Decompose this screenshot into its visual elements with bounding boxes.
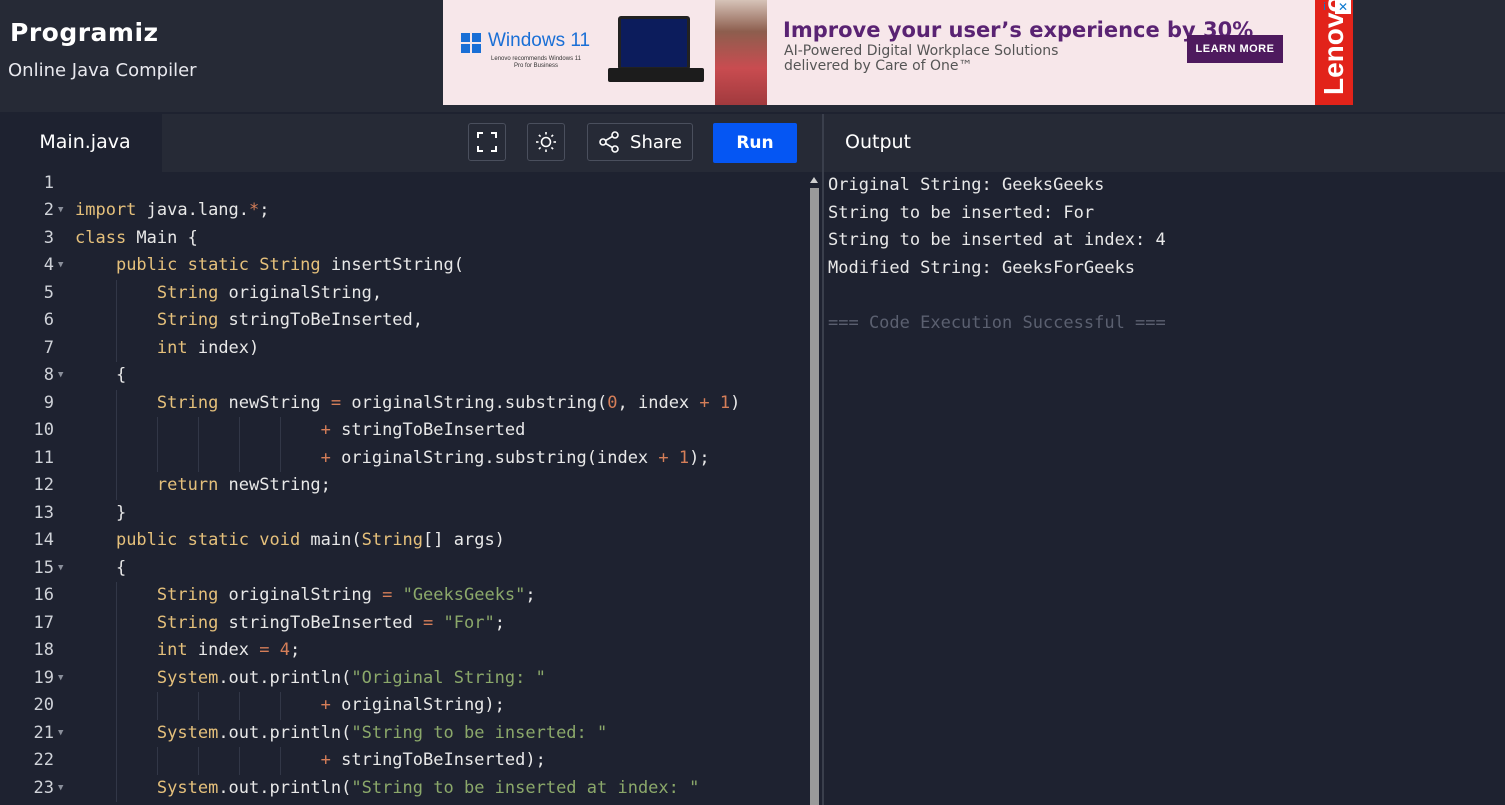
fold-toggle-icon[interactable]: ▼ <box>58 197 68 225</box>
output-header: Output <box>824 114 1505 172</box>
windows-title: Windows 11 <box>488 30 591 51</box>
output-line: Original String: GeeksGeeks <box>828 175 1105 195</box>
line-number-gutter: 1 2 ▼ 3 4 ▼ 5 6 7 8 ▼ 9 10 11 12 13 14 15 ▼ 16 17 18 19 ▼ 20 21 ▼ 2… <box>8 172 74 805</box>
lenovo-label: Lenovo <box>1318 0 1349 95</box>
ad-body: AI-Powered Digital Workplace Solutions d… <box>784 44 1058 74</box>
line-number: 22 <box>33 750 54 770</box>
line-number: 12 <box>33 475 54 495</box>
learn-more-button[interactable]: LEARN MORE <box>1187 35 1283 63</box>
code-line: class Main { <box>75 227 198 248</box>
fullscreen-button[interactable] <box>468 123 506 161</box>
code-line: public static void main(String[] args) <box>115 530 505 550</box>
output-title: Output <box>845 131 911 153</box>
theme-toggle-button[interactable] <box>527 123 565 161</box>
output-line: String to be inserted at index: 4 <box>828 230 1166 250</box>
run-button[interactable]: Run <box>713 123 797 163</box>
code-line: + stringToBeInserted <box>320 420 526 440</box>
fold-toggle-icon[interactable]: ▼ <box>58 555 68 583</box>
ad-body-line-2: delivered by Care of One™ <box>784 58 973 74</box>
line-number: 15 <box>33 557 54 578</box>
line-number: 8 <box>43 365 54 385</box>
line-number: 23 <box>33 777 54 798</box>
scroll-up-icon[interactable] <box>810 177 818 183</box>
output-line: String to be inserted: For <box>828 202 1095 223</box>
ad-banner[interactable]: Windows 11 Lenovo recommends Windows 11 … <box>443 0 1353 105</box>
code-line: import java.lang.*; <box>75 200 270 220</box>
code-line: public static String insertString( <box>115 255 464 275</box>
line-number: 20 <box>33 695 54 715</box>
fold-toggle-icon[interactable]: ▼ <box>58 665 68 693</box>
code-line: String originalString = "GeeksGeeks"; <box>156 585 536 605</box>
line-number: 4 <box>43 255 54 275</box>
code-line: String originalString, <box>156 282 383 303</box>
line-number: 10 <box>33 420 54 440</box>
panel-divider[interactable] <box>822 114 824 805</box>
windows-subtitle: Lenovo recommends Windows 11 Pro for Bus… <box>491 56 581 69</box>
fold-toggle-icon[interactable]: ▼ <box>58 362 68 390</box>
share-button[interactable]: Share <box>587 123 693 161</box>
output-line: Modified String: GeeksForGeeks <box>828 257 1136 278</box>
line-number: 11 <box>33 447 54 468</box>
lenovo-brand: Lenovo <box>1315 0 1353 105</box>
code-editor[interactable]: 1 2 ▼ 3 4 ▼ 5 6 7 8 ▼ 9 10 11 12 13 14 15 ▼ 16 17 18 19 ▼ 20 21 ▼ 2… <box>8 172 808 805</box>
ad-close-icon[interactable]: ✕ <box>1335 0 1351 14</box>
code-line: + originalString); <box>320 695 505 715</box>
code-line: + stringToBeInserted); <box>320 750 546 770</box>
line-number: 7 <box>43 337 54 358</box>
line-number: 6 <box>43 310 54 330</box>
code-line: return newString; <box>156 475 331 495</box>
line-number: 5 <box>43 282 54 303</box>
line-number: 21 <box>33 722 54 743</box>
editor-scrollbar[interactable] <box>809 174 821 805</box>
windows-logo: Windows 11 Lenovo recommends Windows 11 … <box>461 30 591 80</box>
line-number: 19 <box>33 667 54 688</box>
ad-info-icon[interactable]: i <box>1317 0 1332 14</box>
page-subtitle: Online Java Compiler <box>8 60 197 81</box>
model-photo <box>715 0 767 105</box>
editor-toolbar: Main.java Share Run <box>8 114 822 172</box>
windows-icon <box>461 33 481 53</box>
line-number: 18 <box>33 640 54 660</box>
execution-status: === Code Execution Successful === <box>828 312 1166 333</box>
scrollbar-thumb[interactable] <box>810 188 819 805</box>
fold-toggle-icon[interactable]: ▼ <box>58 775 68 803</box>
code-line: { <box>75 365 127 385</box>
top-bar: Programiz Online Java Compiler Windows 1… <box>0 0 1505 112</box>
code-line: String stringToBeInserted, <box>156 310 424 330</box>
line-number: 13 <box>33 502 54 523</box>
line-number: 16 <box>33 585 54 605</box>
code-line: { <box>75 557 127 578</box>
laptop-image <box>608 16 704 86</box>
code-line: String stringToBeInserted = "For"; <box>156 612 505 633</box>
sun-icon <box>536 132 556 152</box>
code-line: int index = 4; <box>156 640 301 660</box>
fold-toggle-icon[interactable]: ▼ <box>58 720 68 748</box>
line-number: 3 <box>43 227 54 248</box>
fullscreen-icon <box>477 132 497 152</box>
programiz-logo[interactable]: Programiz <box>10 18 159 47</box>
code-line: System.out.println("Original String: " <box>156 667 546 688</box>
line-number: 1 <box>43 172 54 193</box>
ad-body-line-1: AI-Powered Digital Workplace Solutions <box>784 43 1059 59</box>
line-number: 2 <box>43 200 54 220</box>
line-number: 9 <box>43 392 54 413</box>
code-line: String newString = originalString.substr… <box>156 392 741 413</box>
code-line: System.out.println("String to be inserte… <box>156 722 608 743</box>
line-number: 17 <box>33 612 54 633</box>
code-line: + originalString.substring(index + 1); <box>320 447 710 468</box>
line-number: 14 <box>33 530 54 550</box>
tab-main-java[interactable]: Main.java <box>8 114 162 172</box>
code-line: System.out.println("String to be inserte… <box>156 777 700 798</box>
output-panel: Original String: GeeksGeeks String to be … <box>828 172 1498 802</box>
fold-toggle-icon[interactable]: ▼ <box>58 252 68 280</box>
share-label: Share <box>630 131 682 153</box>
ad-headline: Improve your user’s experience by 30% <box>783 18 1254 42</box>
code-line: int index) <box>156 337 260 358</box>
share-icon <box>599 131 619 153</box>
code-line: } <box>75 502 127 523</box>
